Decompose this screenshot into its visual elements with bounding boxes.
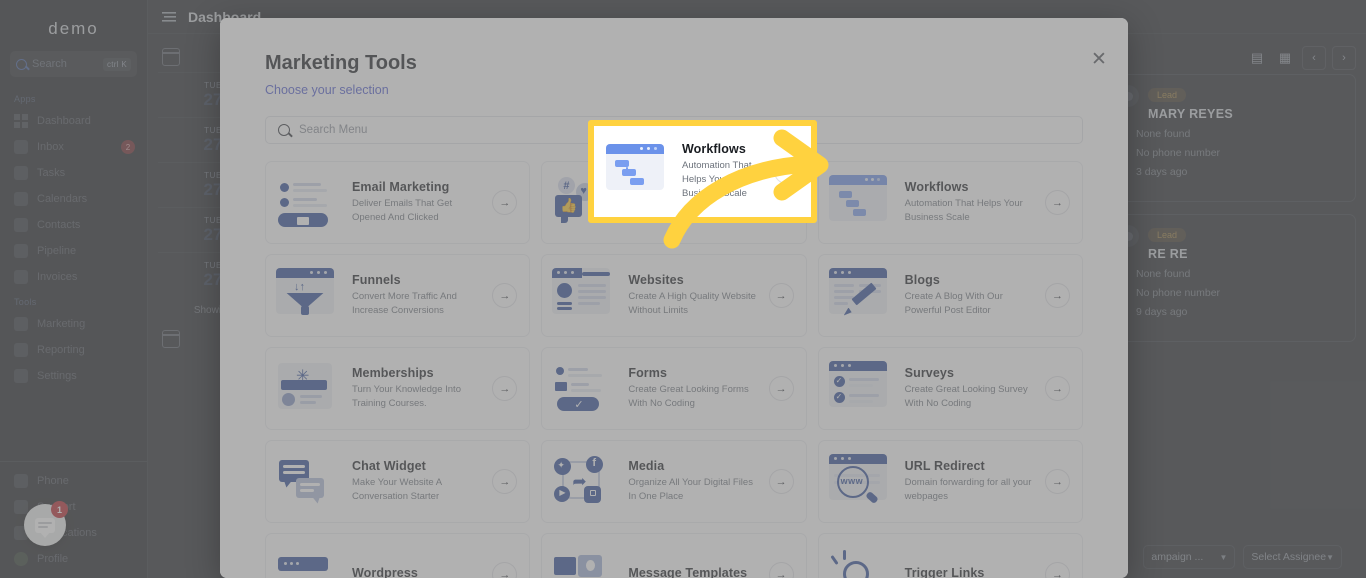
tool-card-title: Websites xyxy=(628,273,684,288)
search-menu-placeholder: Search Menu xyxy=(299,124,368,136)
tool-card-trigger-links[interactable]: Trigger Links → xyxy=(817,533,1083,578)
tool-card-text: Workflows Automation That Helps Your Bus… xyxy=(905,180,1037,225)
tool-card-desc: Create Great Looking Survey With No Codi… xyxy=(904,384,1028,409)
tool-card-forms[interactable]: ✓ Forms Create Great Looking Forms With … xyxy=(541,347,807,430)
tool-card-text: Blogs Create A Blog With Our Powerful Po… xyxy=(905,273,1037,318)
tool-card-desc: Create A High Quality Website Without Li… xyxy=(628,291,756,316)
tool-card-title: Surveys xyxy=(904,366,955,381)
modal-subtitle: Choose your selection xyxy=(265,83,389,97)
tool-card-go-button[interactable]: → xyxy=(768,376,794,401)
tool-card-title: URL Redirect xyxy=(904,459,985,474)
tool-card-go-button[interactable]: → xyxy=(768,469,794,494)
tool-card-desc: Create A Blog With Our Powerful Post Edi… xyxy=(904,291,1003,316)
tool-card-title: Forms xyxy=(628,366,668,381)
websites-icon xyxy=(552,267,620,324)
marketing-tools-modal: Marketing Tools Choose your selection Se… xyxy=(220,18,1128,578)
tool-card-funnels[interactable]: ↓↑ Funnels Convert More Traffic And Incr… xyxy=(265,254,531,337)
tool-card-go-button[interactable]: → xyxy=(1045,562,1070,578)
trigger-links-icon xyxy=(829,547,897,578)
tool-card-wordpress[interactable]: Wordpress → xyxy=(265,533,531,578)
tool-card-title: Workflows xyxy=(904,180,969,195)
highlight-box-workflows: Workflows Automation That Helps Your Bus… xyxy=(588,120,817,223)
search-icon xyxy=(278,124,290,136)
tool-card-go-button[interactable]: → xyxy=(1045,469,1070,494)
tool-card-surveys[interactable]: ✓ ✓ Surveys Create Great Looking Survey … xyxy=(817,347,1083,430)
tool-card-email-marketing[interactable]: Email Marketing Deliver Emails That Get … xyxy=(265,161,531,244)
tool-card-title: Email Marketing xyxy=(352,180,450,195)
tool-card-desc: Deliver Emails That Get Opened And Click… xyxy=(352,198,453,223)
tool-card-title: Trigger Links xyxy=(904,566,985,578)
tool-card-go-button[interactable]: → xyxy=(768,562,794,578)
funnels-icon: ↓↑ xyxy=(276,267,344,324)
email-marketing-icon xyxy=(276,175,344,231)
tool-card-websites[interactable]: Websites Create A High Quality Website W… xyxy=(541,254,807,337)
tool-card-desc: Turn Your Knowledge Into Training Course… xyxy=(352,384,461,409)
tool-card-title: Media xyxy=(628,459,665,474)
tool-card-desc: Organize All Your Digital Files In One P… xyxy=(628,477,753,502)
tool-card-text: Trigger Links xyxy=(905,566,1037,578)
tool-card-memberships[interactable]: ✳ Memberships Turn Your Knowledge Into T… xyxy=(265,347,531,430)
tool-card-go-button[interactable]: → xyxy=(492,283,518,308)
tool-card-desc: Create Great Looking Forms With No Codin… xyxy=(628,384,749,409)
tool-card-text: Chat Widget Make Your Website A Conversa… xyxy=(352,459,484,504)
modal-title: Marketing Tools xyxy=(265,52,417,74)
tool-card-title: Funnels xyxy=(352,273,401,288)
tool-card-title: Message Templates xyxy=(628,566,748,578)
tools-grid: Email Marketing Deliver Emails That Get … xyxy=(265,161,1083,578)
media-icon: ✦ f ▶ ➦ xyxy=(552,454,620,510)
tool-card-desc: Make Your Website A Conversation Starter xyxy=(352,477,442,502)
tool-card-go-button[interactable]: → xyxy=(492,190,518,215)
tool-card-text: Wordpress xyxy=(352,566,484,578)
tool-card-text: Email Marketing Deliver Emails That Get … xyxy=(352,180,484,225)
tool-card-title: Workflows xyxy=(682,142,746,157)
tool-card-workflows[interactable]: Workflows Automation That Helps Your Bus… xyxy=(817,161,1083,244)
tool-card-go-button[interactable]: → xyxy=(1045,283,1070,308)
tool-card-text: Media Organize All Your Digital Files In… xyxy=(628,459,760,504)
tool-card-title: Memberships xyxy=(352,366,434,381)
tool-card-message-templates[interactable]: Message Templates → xyxy=(541,533,807,578)
wordpress-icon xyxy=(276,547,344,578)
tool-card-text: Websites Create A High Quality Website W… xyxy=(628,273,760,318)
tool-card-desc: Automation That Helps Your Business Scal… xyxy=(904,198,1023,223)
blogs-icon xyxy=(828,267,897,324)
tool-card-workflows-highlighted[interactable]: Workflows Automation That Helps Your Bus… xyxy=(594,126,811,217)
tool-card-go-button[interactable]: → xyxy=(492,469,518,494)
url-redirect-icon: www xyxy=(828,453,897,510)
tool-card-desc: Automation That Helps Your Business Scal… xyxy=(682,160,752,199)
tool-card-go-button[interactable]: → xyxy=(492,562,518,578)
tool-card-go-button[interactable]: → xyxy=(774,159,799,184)
tool-card-blogs[interactable]: Blogs Create A Blog With Our Powerful Po… xyxy=(817,254,1083,337)
tool-card-go-button[interactable]: → xyxy=(1045,190,1070,215)
memberships-icon: ✳ xyxy=(276,361,344,417)
tool-card-text: Workflows Automation That Helps Your Bus… xyxy=(682,142,766,200)
chat-widget-icon xyxy=(276,454,344,510)
tool-card-text: URL Redirect Domain forwarding for all y… xyxy=(905,459,1037,504)
tool-card-desc: Convert More Traffic And Increase Conver… xyxy=(352,291,457,316)
tool-card-text: Surveys Create Great Looking Survey With… xyxy=(905,366,1037,411)
forms-icon: ✓ xyxy=(552,361,620,417)
tool-card-chat-widget[interactable]: Chat Widget Make Your Website A Conversa… xyxy=(265,440,531,523)
tool-card-media[interactable]: ✦ f ▶ ➦ Media Organize All Your Digital … xyxy=(541,440,807,523)
workflows-icon xyxy=(828,174,897,231)
surveys-icon: ✓ ✓ xyxy=(828,360,897,417)
tool-card-text: Memberships Turn Your Knowledge Into Tra… xyxy=(352,366,484,411)
tool-card-text: Funnels Convert More Traffic And Increas… xyxy=(352,273,484,318)
tool-card-go-button[interactable]: → xyxy=(1045,376,1070,401)
tool-card-desc: Domain forwarding for all your webpages xyxy=(904,477,1032,502)
tool-card-go-button[interactable]: → xyxy=(492,376,518,401)
close-icon[interactable]: ✕ xyxy=(1088,50,1110,72)
tool-card-text: Message Templates xyxy=(628,566,760,578)
tool-card-title: Chat Widget xyxy=(352,459,426,474)
workflows-icon xyxy=(606,143,674,200)
tool-card-title: Blogs xyxy=(904,273,940,288)
tool-card-go-button[interactable]: → xyxy=(768,283,794,308)
message-templates-icon xyxy=(552,547,620,578)
tool-card-text: Forms Create Great Looking Forms With No… xyxy=(628,366,760,411)
tool-card-url-redirect[interactable]: www URL Redirect Domain forwarding for a… xyxy=(817,440,1083,523)
tool-card-title: Wordpress xyxy=(352,566,418,578)
